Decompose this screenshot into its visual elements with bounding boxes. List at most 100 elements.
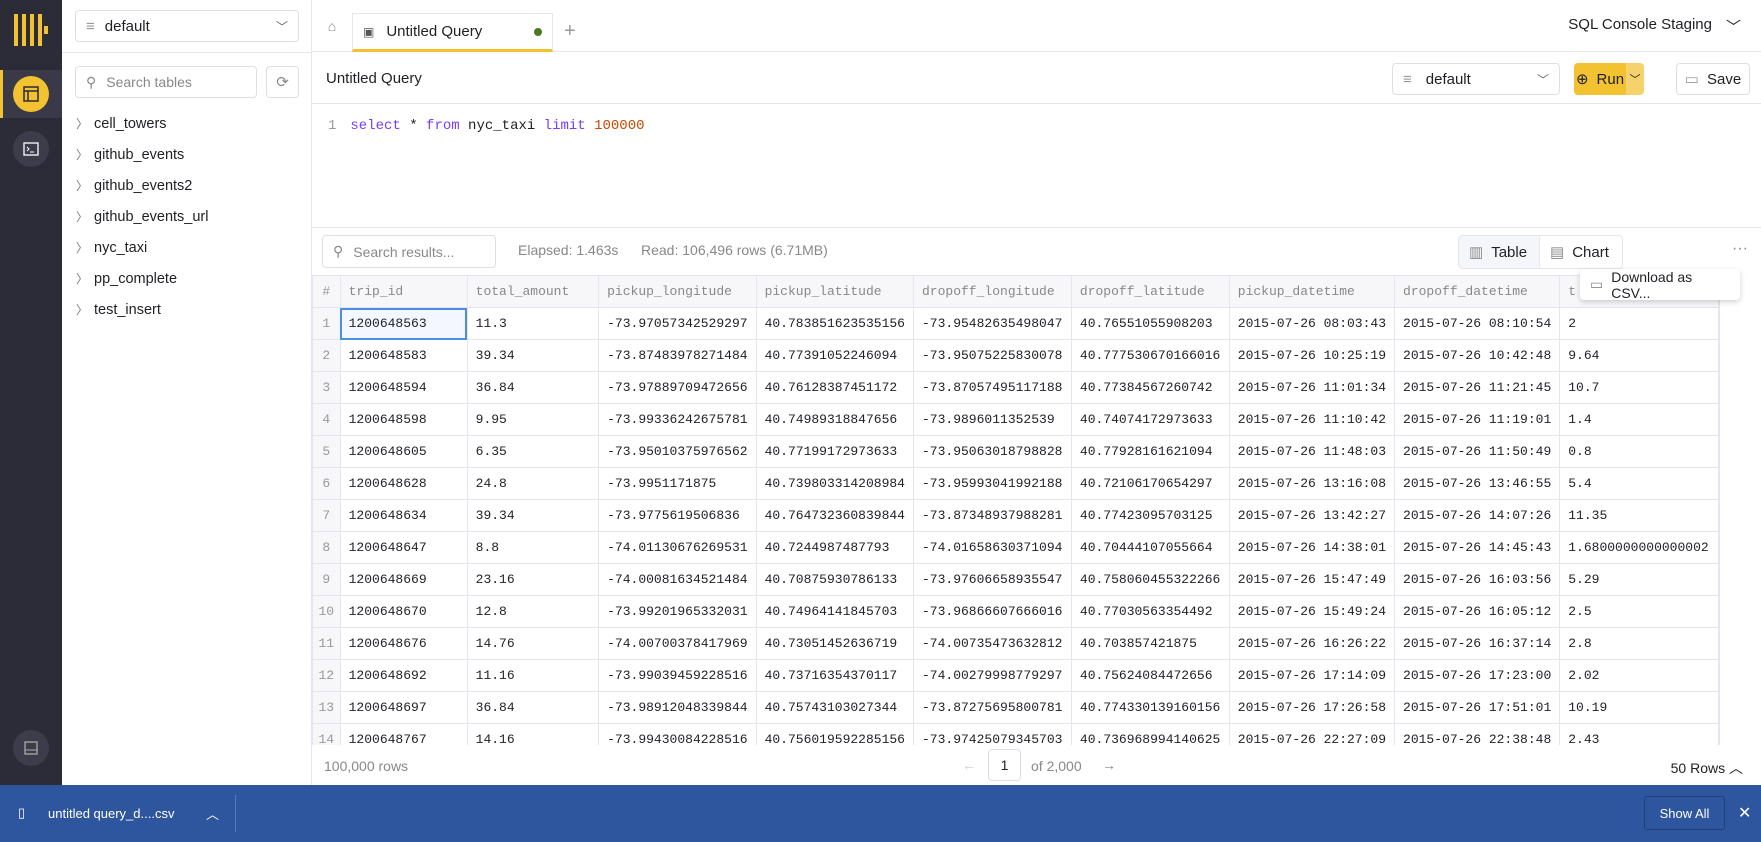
- refresh-button[interactable]: ⟳: [266, 66, 299, 98]
- org-selector[interactable]: SQL Console Staging ﹀: [1568, 16, 1741, 37]
- table-cell[interactable]: 2015-07-26 11:21:45: [1394, 371, 1561, 404]
- table-cell[interactable]: 14.76: [466, 627, 600, 660]
- table-cell[interactable]: -74.01130676269531: [598, 531, 757, 564]
- table-cell[interactable]: 12.8: [466, 595, 600, 628]
- search-results-input[interactable]: ⚲ Search results...: [322, 235, 496, 268]
- table-cell[interactable]: -73.95075225830078: [913, 339, 1072, 372]
- page-size-select[interactable]: 50 Rows ︿: [1671, 758, 1743, 778]
- table-cell[interactable]: 40.77384567260742: [1070, 371, 1230, 404]
- table-cell[interactable]: 40.74989318847656: [755, 403, 915, 436]
- table-cell[interactable]: 1200648670: [339, 595, 468, 628]
- add-tab-button[interactable]: +: [564, 20, 576, 43]
- table-cell[interactable]: 36.84: [466, 691, 600, 724]
- save-button[interactable]: ▭ Save: [1676, 63, 1750, 95]
- column-header[interactable]: dropoff_datetime: [1394, 275, 1561, 308]
- table-cell[interactable]: 40.758060455322266: [1070, 563, 1230, 596]
- column-header[interactable]: pickup_longitude: [598, 275, 757, 308]
- table-cell[interactable]: 1200648634: [339, 499, 468, 532]
- table-cell[interactable]: 2015-07-26 15:47:49: [1228, 563, 1396, 596]
- table-cell[interactable]: 9.64: [1559, 339, 1719, 372]
- table-cell[interactable]: 5.29: [1559, 563, 1719, 596]
- table-cell[interactable]: -74.00700378417969: [598, 627, 757, 660]
- table-cell[interactable]: 40.77030563354492: [1070, 595, 1230, 628]
- table-cell[interactable]: -73.87483978271484: [598, 339, 757, 372]
- prev-page-button[interactable]: ←: [962, 757, 976, 773]
- table-cell[interactable]: -73.97606658935547: [913, 563, 1072, 596]
- table-cell[interactable]: 2.02: [1559, 659, 1719, 692]
- table-cell[interactable]: 10.7: [1559, 371, 1719, 404]
- table-cell[interactable]: 40.70875930786133: [755, 563, 915, 596]
- table-cell[interactable]: 40.739803314208984: [755, 467, 915, 500]
- table-cell[interactable]: 2.8: [1559, 627, 1719, 660]
- table-item[interactable]: 〉 pp_complete: [62, 263, 312, 294]
- table-cell[interactable]: 40.75624084472656: [1070, 659, 1230, 692]
- table-item[interactable]: 〉 github_events_url: [62, 201, 312, 232]
- table-cell[interactable]: -73.87348937988281: [913, 499, 1072, 532]
- table-cell[interactable]: -73.95010375976562: [598, 435, 757, 468]
- table-cell[interactable]: 1200648647: [339, 531, 468, 564]
- table-cell[interactable]: -73.99201965332031: [598, 595, 757, 628]
- table-cell[interactable]: 40.77423095703125: [1070, 499, 1230, 532]
- table-cell[interactable]: 40.76128387451172: [755, 371, 915, 404]
- table-cell[interactable]: 2015-07-26 17:26:58: [1228, 691, 1396, 724]
- table-cell[interactable]: 36.84: [466, 371, 600, 404]
- table-cell[interactable]: 40.74964141845703: [755, 595, 915, 628]
- query-database-select[interactable]: ≡ default ﹀: [1392, 63, 1560, 95]
- table-cell[interactable]: 40.72106170654297: [1070, 467, 1230, 500]
- table-cell[interactable]: 40.75743103027344: [755, 691, 915, 724]
- table-cell[interactable]: -73.99430084228516: [598, 723, 757, 745]
- table-item[interactable]: 〉 nyc_taxi: [62, 232, 312, 263]
- table-cell[interactable]: 11.16: [466, 659, 600, 692]
- table-cell[interactable]: 2015-07-26 13:16:08: [1228, 467, 1396, 500]
- database-select[interactable]: ≡ default ﹀: [75, 10, 299, 42]
- table-cell[interactable]: 40.76551055908203: [1070, 307, 1230, 340]
- table-cell[interactable]: 5.4: [1559, 467, 1719, 500]
- run-options-button[interactable]: ﹀: [1626, 63, 1644, 95]
- table-cell[interactable]: 40.77199172973633: [755, 435, 915, 468]
- table-cell[interactable]: 1.4: [1559, 403, 1719, 436]
- sql-editor[interactable]: 1 select * from nyc_taxi limit 100000: [312, 104, 1761, 228]
- table-cell[interactable]: 40.764732360839844: [755, 499, 915, 532]
- table-cell[interactable]: 1200648697: [339, 691, 468, 724]
- table-cell[interactable]: 10.19: [1559, 691, 1719, 724]
- table-cell[interactable]: 1200648598: [339, 403, 468, 436]
- table-cell[interactable]: 2015-07-26 11:01:34: [1228, 371, 1396, 404]
- table-cell[interactable]: -73.9775619506836: [598, 499, 757, 532]
- table-cell[interactable]: 9.95: [466, 403, 600, 436]
- table-cell[interactable]: 1200648669: [339, 563, 468, 596]
- table-cell[interactable]: -73.9951171875: [598, 467, 757, 500]
- table-cell[interactable]: 8.8: [466, 531, 600, 564]
- table-cell[interactable]: 40.777530670166016: [1070, 339, 1230, 372]
- table-cell[interactable]: -73.96866607666016: [913, 595, 1072, 628]
- table-cell[interactable]: 2015-07-26 08:10:54: [1394, 307, 1561, 340]
- table-cell[interactable]: 2015-07-26 13:42:27: [1228, 499, 1396, 532]
- column-header[interactable]: total_amount: [466, 275, 600, 308]
- table-cell[interactable]: 1200648767: [339, 723, 468, 745]
- table-cell[interactable]: 14.16: [466, 723, 600, 745]
- column-header[interactable]: dropoff_longitude: [913, 275, 1072, 308]
- downloaded-file[interactable]: untitled query_d....csv: [48, 806, 174, 821]
- table-cell[interactable]: 40.74074172973633: [1070, 403, 1230, 436]
- table-cell[interactable]: -73.9896011352539: [913, 403, 1072, 436]
- table-cell[interactable]: 40.756019592285156: [755, 723, 915, 745]
- column-header[interactable]: trip_id: [339, 275, 468, 308]
- table-cell[interactable]: 2015-07-26 15:49:24: [1228, 595, 1396, 628]
- table-cell[interactable]: -73.95482635498047: [913, 307, 1072, 340]
- close-icon[interactable]: ✕: [1738, 803, 1751, 823]
- table-cell[interactable]: 11.35: [1559, 499, 1719, 532]
- table-cell[interactable]: 40.77391052246094: [755, 339, 915, 372]
- table-cell[interactable]: 2015-07-26 11:50:49: [1394, 435, 1561, 468]
- table-cell[interactable]: 23.16: [466, 563, 600, 596]
- table-cell[interactable]: 2015-07-26 16:26:22: [1228, 627, 1396, 660]
- more-options-button[interactable]: ···: [1732, 240, 1748, 258]
- table-cell[interactable]: 1200648605: [339, 435, 468, 468]
- table-cell[interactable]: 2015-07-26 16:03:56: [1394, 563, 1561, 596]
- column-header[interactable]: pickup_latitude: [755, 275, 915, 308]
- table-cell[interactable]: 1200648692: [339, 659, 468, 692]
- table-cell[interactable]: 2015-07-26 11:10:42: [1228, 403, 1396, 436]
- table-cell[interactable]: 24.8: [466, 467, 600, 500]
- download-csv-item[interactable]: Download as CSV...: [1611, 269, 1730, 301]
- table-cell[interactable]: 2015-07-26 14:38:01: [1228, 531, 1396, 564]
- table-view-button[interactable]: ▥ Table: [1458, 235, 1540, 269]
- table-cell[interactable]: 40.73051452636719: [755, 627, 915, 660]
